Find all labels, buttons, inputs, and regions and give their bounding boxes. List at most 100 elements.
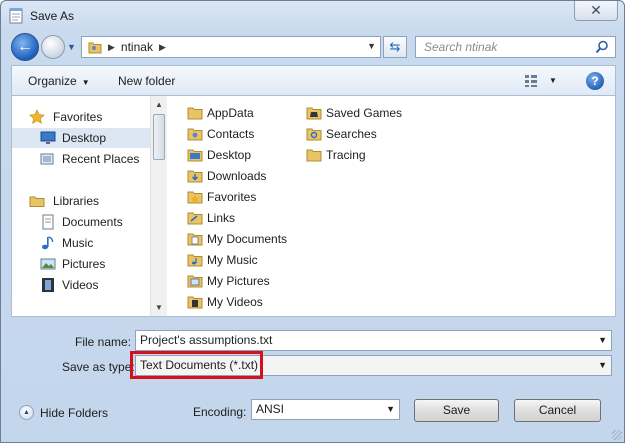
sidebar-item-documents[interactable]: Documents <box>12 212 150 232</box>
music-icon <box>42 236 54 250</box>
encoding-value: ANSI <box>256 402 285 416</box>
navigation-pane: Favorites Desktop Recent Places Librarie… <box>12 96 150 316</box>
search-placeholder: Search ntinak <box>424 40 498 54</box>
breadcrumb-separator-icon[interactable]: ▶ <box>159 42 166 53</box>
file-list-item[interactable]: Desktop <box>187 145 251 165</box>
file-name: Saved Games <box>326 106 403 120</box>
scroll-thumb[interactable] <box>153 114 165 160</box>
navigation-scrollbar[interactable]: ▲ ▼ <box>150 96 167 316</box>
contacts-folder-icon <box>187 128 203 141</box>
chevron-down-icon[interactable]: ▼ <box>549 76 557 85</box>
search-icon[interactable] <box>595 40 609 54</box>
resize-grip[interactable] <box>612 430 622 440</box>
links-folder-icon <box>187 212 203 225</box>
sidebar-item-label: Favorites <box>53 110 103 124</box>
file-name-label: File name: <box>75 335 132 349</box>
file-list-item[interactable]: My Music <box>187 250 258 270</box>
file-list-item[interactable]: Favorites <box>187 187 256 207</box>
sidebar-item-label: Recent Places <box>62 152 140 166</box>
organize-label: Organize <box>28 74 77 88</box>
sidebar-item-videos[interactable]: Videos <box>12 275 150 295</box>
search-input[interactable]: Search ntinak <box>415 36 616 58</box>
close-button[interactable]: ✕ <box>574 1 618 21</box>
new-folder-button[interactable]: New folder <box>118 74 175 88</box>
forward-button[interactable] <box>41 35 65 59</box>
user-folder-icon <box>88 42 102 54</box>
sidebar-item-pictures[interactable]: Pictures <box>12 254 150 274</box>
file-name: Contacts <box>207 127 255 141</box>
sidebar-item-label: Documents <box>62 215 123 229</box>
folder-icon <box>187 107 203 120</box>
refresh-icon: ⇆ <box>389 39 401 54</box>
chevron-down-icon[interactable]: ▼ <box>598 331 607 350</box>
help-icon[interactable]: ? <box>586 72 604 90</box>
file-list-item[interactable]: AppData <box>187 103 254 123</box>
scroll-down-icon[interactable]: ▼ <box>151 299 167 316</box>
chevron-down-icon[interactable]: ▼ <box>598 356 607 375</box>
chevron-down-icon: ▼ <box>67 42 76 52</box>
libraries-icon <box>29 196 45 207</box>
folder-icon <box>306 149 322 162</box>
sidebar-item-label: Desktop <box>62 131 107 145</box>
file-name: Desktop <box>207 148 252 162</box>
recent-places-icon <box>40 153 54 165</box>
file-name: AppData <box>207 106 254 120</box>
saved-games-folder-icon <box>306 107 322 120</box>
change-view-icon[interactable] <box>524 74 538 88</box>
sidebar-item-desktop[interactable]: Desktop <box>12 128 150 148</box>
notepad-icon <box>9 8 23 24</box>
file-name: Links <box>207 211 236 225</box>
chevron-down-icon[interactable]: ▼ <box>367 41 376 51</box>
scroll-up-icon[interactable]: ▲ <box>151 96 167 113</box>
sidebar-item-label: Music <box>62 236 94 250</box>
file-list-item[interactable]: Tracing <box>306 145 366 165</box>
file-list: AppData Contacts Desktop Downloads Favor… <box>168 96 615 316</box>
file-list-item[interactable]: Downloads <box>187 166 266 186</box>
address-bar[interactable]: ▶ ntinak ▶ ▼ <box>81 36 381 58</box>
sidebar-item-libraries[interactable]: Libraries <box>12 191 150 211</box>
organize-button[interactable]: Organize ▼ <box>28 74 90 88</box>
close-icon: ✕ <box>590 2 602 18</box>
file-list-item[interactable]: My Videos <box>187 292 263 312</box>
refresh-button[interactable]: ⇆ <box>383 36 407 58</box>
file-list-item[interactable]: My Documents <box>187 229 287 249</box>
sidebar-item-music[interactable]: Music <box>12 233 150 253</box>
file-name: Favorites <box>207 190 257 204</box>
chevron-down-icon: ▼ <box>81 78 90 87</box>
sidebar-item-label: Libraries <box>53 194 100 208</box>
annotation-highlight-box <box>130 351 263 379</box>
browser-panel: Favorites Desktop Recent Places Librarie… <box>11 95 616 317</box>
pictures-folder-icon <box>187 275 203 288</box>
sidebar-item-favorites[interactable]: Favorites <box>12 107 150 127</box>
sidebar-item-label: Videos <box>62 278 99 292</box>
downloads-folder-icon <box>187 170 203 183</box>
file-list-item[interactable]: Searches <box>306 124 377 144</box>
file-list-item[interactable]: My Pictures <box>187 271 270 291</box>
back-button[interactable]: ← <box>11 33 39 61</box>
encoding-select[interactable]: ANSI ▼ <box>251 399 400 420</box>
hide-folders-button[interactable]: ▲ Hide Folders <box>19 405 108 420</box>
desktop-folder-icon <box>187 149 203 162</box>
file-name: My Music <box>207 253 258 267</box>
breadcrumb-item[interactable]: ntinak <box>121 40 153 54</box>
file-list-item[interactable]: Links <box>187 208 235 228</box>
breadcrumb-separator-icon[interactable]: ▶ <box>108 42 115 53</box>
back-arrow-icon: ← <box>17 38 33 55</box>
documents-icon <box>42 214 54 230</box>
cancel-button[interactable]: Cancel <box>514 399 601 422</box>
chevron-down-icon[interactable]: ▼ <box>386 400 395 419</box>
desktop-icon <box>40 131 56 144</box>
save-type-label: Save as type: <box>62 360 135 374</box>
save-button[interactable]: Save <box>414 399 499 422</box>
videos-folder-icon <box>187 296 203 309</box>
file-name: Downloads <box>207 169 267 183</box>
recent-pages-dropdown[interactable]: ▼ <box>67 42 77 52</box>
file-list-item[interactable]: Saved Games <box>306 103 402 123</box>
file-list-item[interactable]: Contacts <box>187 124 254 144</box>
documents-folder-icon <box>187 233 203 246</box>
save-as-dialog: Save As ✕ ← ▼ ▶ ntinak ▶ ▼ ⇆ Search ntin… <box>0 0 625 443</box>
file-name-input[interactable]: Project's assumptions.txt ▼ <box>135 330 612 351</box>
sidebar-item-recent-places[interactable]: Recent Places <box>12 149 150 169</box>
music-folder-icon <box>187 254 203 267</box>
file-name: My Videos <box>207 295 263 309</box>
